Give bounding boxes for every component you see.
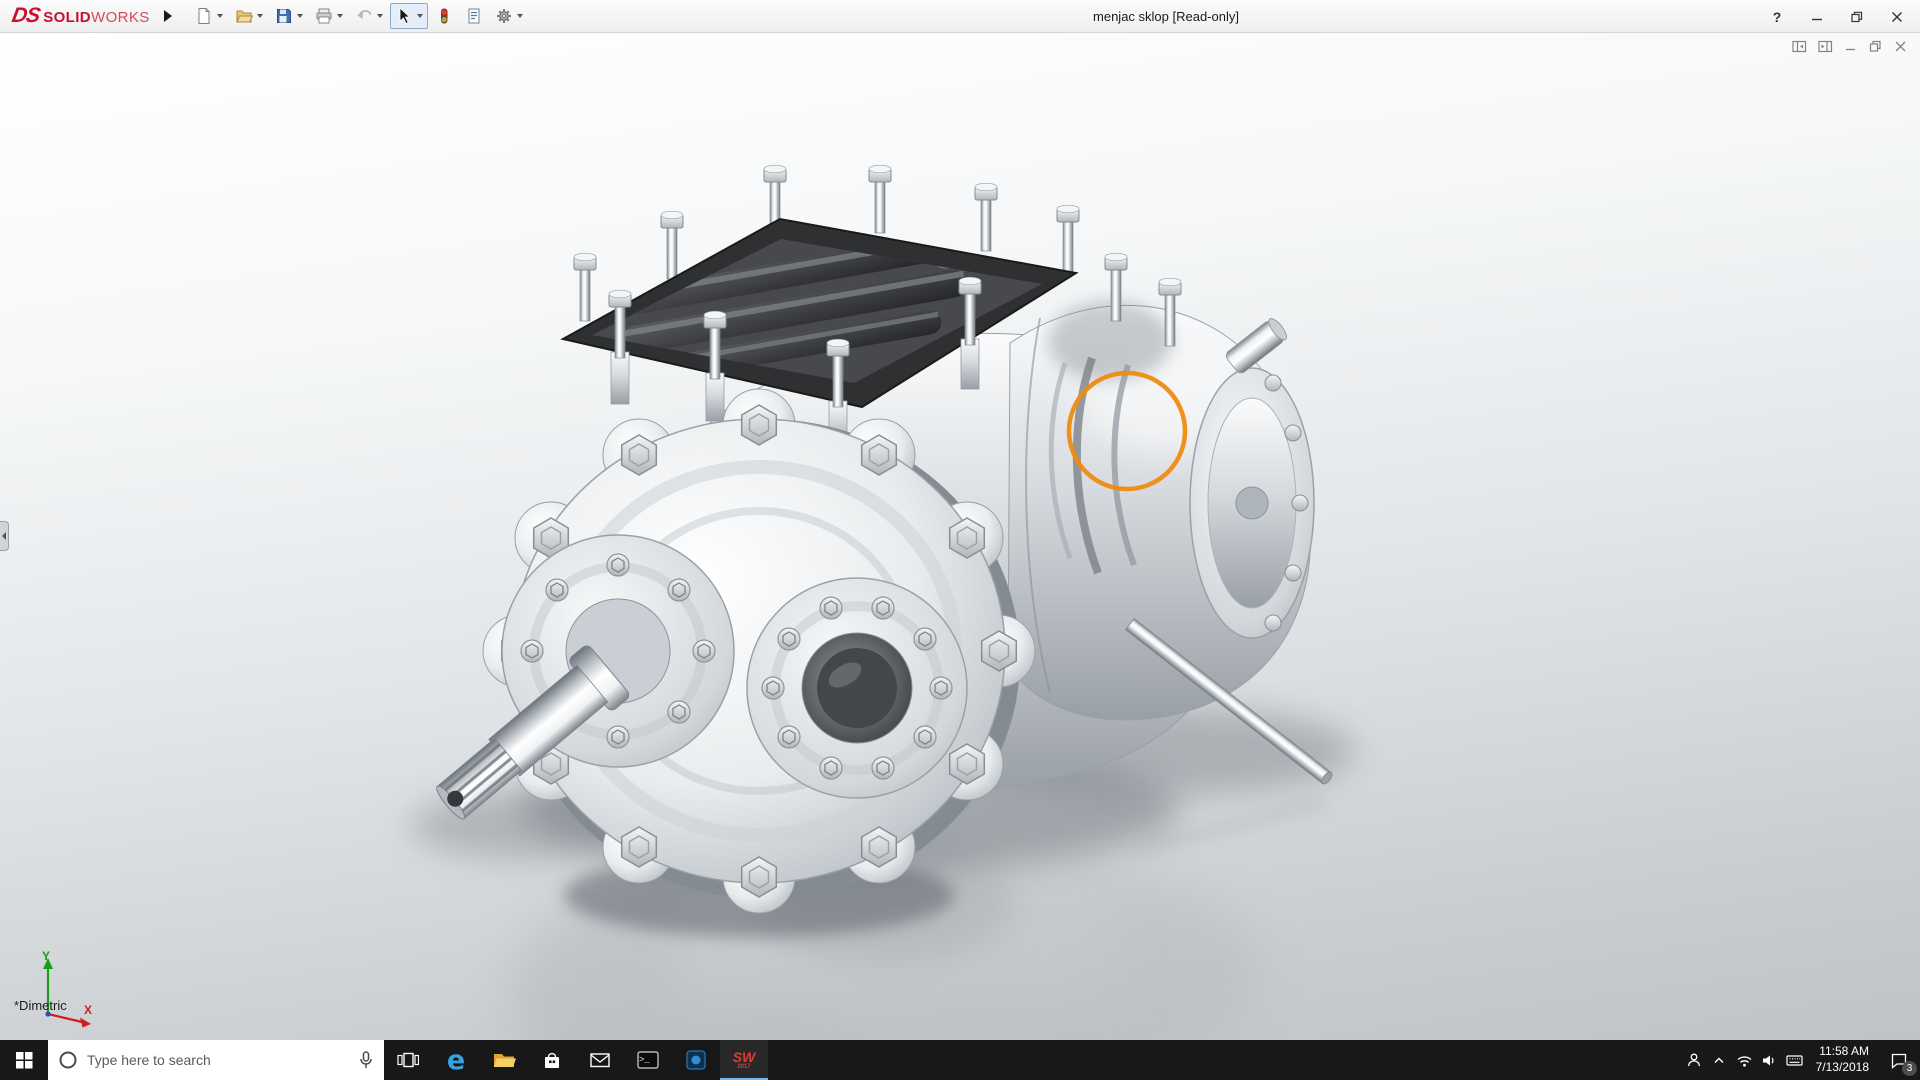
dropdown-caret-icon	[296, 14, 303, 18]
taskbar-clock[interactable]: 11:58 AM 7/13/2018	[1807, 1044, 1878, 1075]
search-input[interactable]	[87, 1052, 349, 1068]
pane-left-icon	[1792, 40, 1807, 53]
graphics-viewport[interactable]: Y X *Dimetric	[0, 33, 1920, 1063]
network-button[interactable]	[1732, 1040, 1757, 1080]
undo-icon	[356, 9, 372, 19]
solidworks-app-icon: SW 2017	[732, 1049, 756, 1070]
logo-solid: SOLID	[43, 9, 92, 26]
people-button[interactable]	[1682, 1040, 1707, 1080]
task-view-button[interactable]	[384, 1040, 432, 1080]
system-tray: 11:58 AM 7/13/2018 3	[1682, 1040, 1920, 1080]
task-view-icon	[397, 1052, 419, 1068]
rebuild-traffic-light-icon	[440, 8, 448, 24]
dropdown-caret-icon	[516, 14, 523, 18]
window-controls: ?	[1768, 0, 1906, 33]
gearbox-3d-model[interactable]	[380, 103, 1400, 1063]
doc-restore-icon	[1869, 40, 1881, 52]
command-prompt-button[interactable]: >_	[624, 1040, 672, 1080]
pane-right-button[interactable]	[1818, 40, 1833, 58]
mail-envelope-icon	[590, 1053, 610, 1068]
file-explorer-button[interactable]	[480, 1040, 528, 1080]
clock-time: 11:58 AM	[1819, 1044, 1869, 1059]
save-floppy-icon	[276, 9, 291, 23]
save-button[interactable]	[270, 3, 308, 29]
start-button[interactable]	[0, 1040, 48, 1080]
dropdown-caret-icon	[376, 14, 383, 18]
volume-button[interactable]	[1757, 1040, 1782, 1080]
dropdown-caret-icon	[416, 14, 423, 18]
minimize-button[interactable]	[1808, 8, 1826, 26]
doc-minimize-icon	[1846, 48, 1855, 51]
minimize-icon	[1812, 18, 1822, 20]
dropdown-caret-icon	[256, 14, 263, 18]
speaker-icon	[1763, 1055, 1774, 1065]
restore-button[interactable]	[1848, 8, 1866, 26]
people-icon	[1687, 1053, 1701, 1067]
options-gear-icon	[496, 9, 511, 23]
solidworks-taskbar-button[interactable]: SW 2017	[720, 1040, 768, 1080]
menu-expand-arrow-icon[interactable]	[163, 10, 172, 22]
tray-overflow-button[interactable]	[1707, 1040, 1732, 1080]
file-explorer-icon	[494, 1054, 516, 1067]
clock-date: 7/13/2018	[1815, 1060, 1869, 1074]
logo-works: WORKS	[91, 9, 150, 26]
store-bag-icon	[545, 1052, 559, 1068]
close-button[interactable]	[1888, 8, 1906, 26]
print-icon	[316, 8, 332, 24]
pane-right-icon	[1818, 40, 1833, 53]
print-button[interactable]	[310, 3, 348, 29]
options-button[interactable]	[490, 3, 528, 29]
open-button[interactable]	[230, 3, 268, 29]
windows-logo-icon	[15, 1051, 32, 1068]
chevron-up-icon	[1714, 1057, 1724, 1063]
close-icon	[1892, 11, 1902, 22]
touch-keyboard-button[interactable]	[1782, 1040, 1807, 1080]
window-title: menjac sklop [Read-only]	[1093, 9, 1239, 24]
windows-taskbar: e >_ SW 2017	[0, 1040, 1920, 1080]
triad-x-label: X	[84, 1003, 92, 1017]
triad-y-label: Y	[42, 949, 50, 963]
open-folder-icon	[235, 10, 253, 23]
microphone-icon[interactable]	[358, 1050, 374, 1070]
app-button-unknown[interactable]	[672, 1040, 720, 1080]
solidworks-logo[interactable]: DS SOLID WORKS	[10, 4, 150, 28]
titlebar: DS SOLID WORKS menjac sklop [Read-only] …	[0, 0, 1920, 33]
wifi-icon	[1737, 1055, 1752, 1067]
cortana-icon	[59, 1051, 77, 1069]
edge-button[interactable]: e	[432, 1040, 480, 1080]
view-orientation-label: *Dimetric	[14, 998, 67, 1013]
rebuild-button[interactable]	[430, 3, 458, 29]
blue-app-icon	[686, 1050, 706, 1070]
taskbar-search[interactable]	[48, 1040, 384, 1080]
orientation-triad: Y X	[42, 949, 92, 1028]
new-document-button[interactable]	[190, 3, 228, 29]
new-document-icon	[198, 8, 210, 24]
keyboard-icon	[1786, 1055, 1803, 1066]
feature-pane-handle[interactable]	[0, 521, 9, 551]
main-toolbar	[190, 3, 528, 29]
store-button[interactable]	[528, 1040, 576, 1080]
doc-close-button[interactable]	[1894, 40, 1908, 58]
logo-ds: DS	[10, 4, 42, 27]
restore-icon	[1851, 11, 1863, 22]
dropdown-caret-icon	[216, 14, 223, 18]
action-center-button[interactable]: 3	[1878, 1040, 1920, 1080]
undo-button[interactable]	[350, 3, 388, 29]
doc-minimize-button[interactable]	[1844, 40, 1858, 58]
file-properties-button[interactable]	[460, 3, 488, 29]
edge-icon: e	[446, 1044, 466, 1076]
doc-restore-button[interactable]	[1869, 40, 1883, 58]
doc-close-icon	[1895, 41, 1906, 52]
mail-button[interactable]	[576, 1040, 624, 1080]
document-window-controls	[1792, 40, 1908, 58]
help-button[interactable]: ?	[1768, 8, 1786, 26]
select-arrow-icon	[399, 7, 411, 25]
console-glyph: >_	[639, 1055, 650, 1065]
pane-left-button[interactable]	[1792, 40, 1807, 58]
file-properties-icon	[468, 8, 480, 24]
notification-badge: 3	[1902, 1061, 1917, 1076]
dropdown-caret-icon	[336, 14, 343, 18]
select-tool-button[interactable]	[389, 3, 428, 29]
